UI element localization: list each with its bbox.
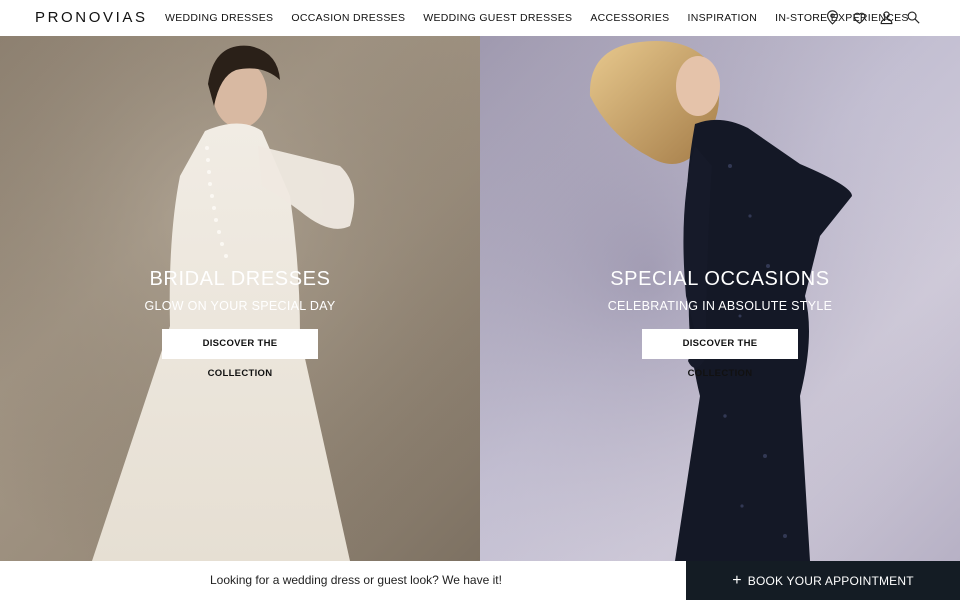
bridal-dresses-panel[interactable]: BRIDAL DRESSES GLOW ON YOUR SPECIAL DAY … [0, 36, 480, 561]
book-appointment-button[interactable]: + BOOK YOUR APPOINTMENT [686, 561, 960, 600]
header-icons [824, 9, 922, 26]
user-icon[interactable] [878, 9, 895, 26]
occasion-subtitle: CELEBRATING IN ABSOLUTE STYLE [607, 299, 833, 313]
occasion-title: SPECIAL OCCASIONS [610, 268, 830, 290]
nav-item-inspiration[interactable]: INSPIRATION [687, 12, 757, 24]
nav-item-occasion-dresses[interactable]: OCCASION DRESSES [291, 12, 405, 24]
nav-item-wedding-dresses[interactable]: WEDDING DRESSES [165, 12, 273, 24]
promo-text: Looking for a wedding dress or guest loo… [210, 573, 502, 587]
search-icon[interactable] [905, 9, 922, 26]
main-nav: WEDDING DRESSES OCCASION DRESSES WEDDING… [165, 0, 927, 36]
nav-item-accessories[interactable]: ACCESSORIES [590, 12, 669, 24]
occasion-discover-button[interactable]: DISCOVER THE COLLECTION [642, 329, 798, 379]
heart-icon[interactable] [851, 9, 868, 26]
bridal-title: BRIDAL DRESSES [149, 268, 331, 290]
occasion-panel-content: SPECIAL OCCASIONS CELEBRATING IN ABSOLUT… [480, 268, 960, 381]
bridal-panel-content: BRIDAL DRESSES GLOW ON YOUR SPECIAL DAY … [0, 268, 480, 381]
location-pin-icon[interactable] [824, 9, 841, 26]
brand-logo[interactable]: PRONOVIAS [35, 9, 148, 26]
nav-item-wedding-guest-dresses[interactable]: WEDDING GUEST DRESSES [423, 12, 572, 24]
plus-icon: + [732, 571, 742, 589]
site-header: PRONOVIAS WEDDING DRESSES OCCASION DRESS… [0, 0, 960, 36]
special-occasions-panel[interactable]: SPECIAL OCCASIONS CELEBRATING IN ABSOLUT… [480, 36, 960, 561]
bridal-discover-button[interactable]: DISCOVER THE COLLECTION [162, 329, 318, 379]
promo-bar: Looking for a wedding dress or guest loo… [0, 561, 960, 600]
bridal-subtitle: GLOW ON YOUR SPECIAL DAY [144, 299, 336, 313]
book-appointment-label: BOOK YOUR APPOINTMENT [747, 573, 914, 588]
